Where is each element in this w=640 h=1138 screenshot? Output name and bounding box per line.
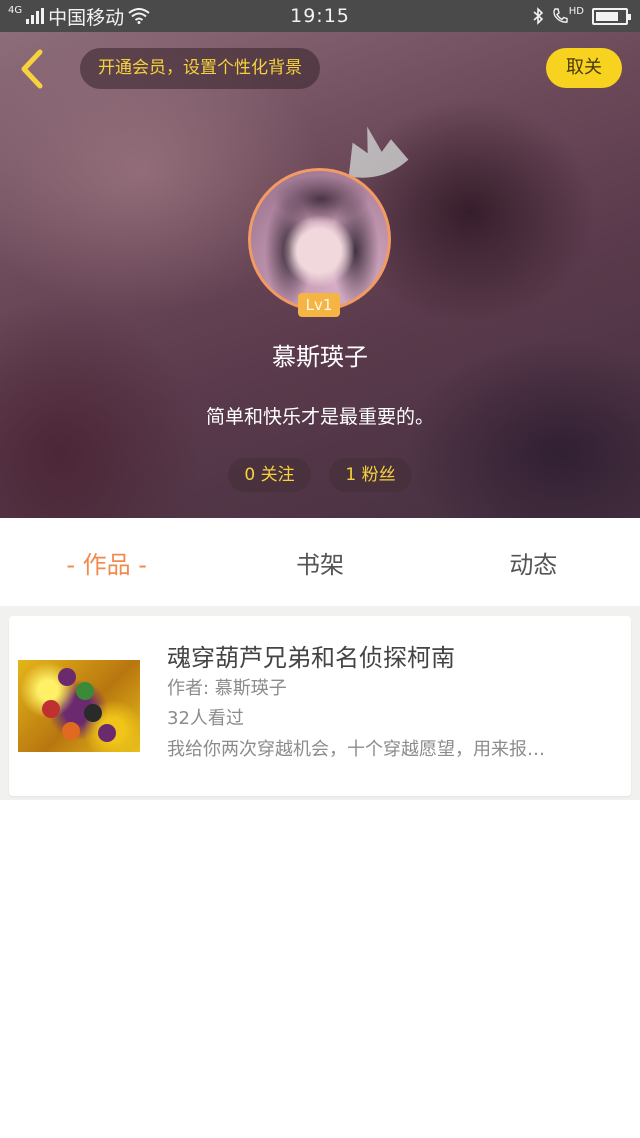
work-title[interactable]: 魂穿葫芦兄弟和名侦探柯南 xyxy=(167,638,455,673)
tab-bookshelf[interactable]: 书架 xyxy=(213,518,426,606)
tab-activity[interactable]: 动态 xyxy=(427,518,640,606)
user-name: 慕斯瑛子 xyxy=(272,343,368,371)
hd-label: HD xyxy=(568,6,584,17)
unfollow-button[interactable]: 取关 xyxy=(546,48,622,88)
work-author: 作者: 慕斯瑛子 xyxy=(167,678,287,699)
profile-tabs: - 作品 - 书架 动态 xyxy=(0,518,640,606)
work-description: 我给你两次穿越机会，十个穿越愿望，用来报… xyxy=(167,739,545,760)
user-bio: 简单和快乐才是最重要的。 xyxy=(205,406,434,428)
hd-call-icon: HD xyxy=(552,7,584,25)
status-bar-left: 4G 中国移动 xyxy=(8,3,150,30)
profile-header: 开通会员，设置个性化背景 取关 Lv1 慕斯瑛子 简单和快乐才是最重要的。 0 … xyxy=(0,32,640,518)
network-type-label: 4G xyxy=(8,5,23,16)
level-badge: Lv1 xyxy=(298,293,340,317)
vip-upgrade-banner[interactable]: 开通会员，设置个性化背景 xyxy=(80,48,320,89)
work-view-count: 32人看过 xyxy=(167,708,244,729)
wifi-icon xyxy=(128,8,150,24)
work-cover-image[interactable] xyxy=(18,660,140,752)
bluetooth-icon xyxy=(533,7,543,25)
status-bar: 4G 中国移动 19:15 HD xyxy=(0,0,640,32)
battery-level xyxy=(596,11,619,21)
tab-works[interactable]: - 作品 - xyxy=(0,518,213,606)
battery-icon xyxy=(592,7,631,25)
avatar[interactable] xyxy=(248,168,391,311)
status-bar-right: HD xyxy=(532,7,631,25)
list-item[interactable]: 魂穿葫芦兄弟和名侦探柯南 作者: 慕斯瑛子 32人看过 我给你两次穿越机会，十个… xyxy=(9,616,631,796)
fans-count[interactable]: 1 粉丝 xyxy=(329,458,412,492)
signal-icon xyxy=(26,8,45,24)
following-count[interactable]: 0 关注 xyxy=(228,458,311,492)
divider xyxy=(0,606,640,616)
carrier-label: 中国移动 xyxy=(48,6,125,29)
chevron-left-icon[interactable] xyxy=(14,46,54,92)
